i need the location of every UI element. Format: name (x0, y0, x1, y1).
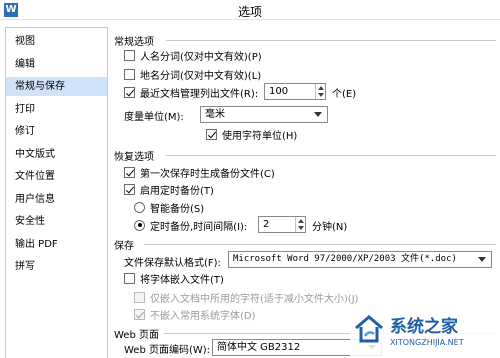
watermark-brand: 系统之家 (390, 317, 458, 337)
place-name-seg-option[interactable]: 地名分词(仅对中文有效)(L) (124, 66, 261, 82)
web-encoding-label: Web 页面编码(W): (124, 344, 211, 356)
recent-docs-unit: 个(E) (332, 88, 357, 100)
char-unit-label: 使用字符单位(H) (222, 130, 298, 142)
section-header-web: Web 页面 (114, 330, 159, 341)
sidebar-item-edit[interactable]: 编辑 (6, 55, 107, 74)
sidebar-item-security[interactable]: 安全性 (6, 212, 107, 231)
web-encoding-value: 简体中文 GB2312 (217, 342, 301, 353)
chevron-down-icon (478, 257, 486, 262)
embed-used-chars-option[interactable]: 仅嵌入文档中所用的字符(适于减小文件大小)(J) (134, 289, 359, 305)
sidebar-item-file-location[interactable]: 文件位置 (6, 167, 107, 186)
backup-interval-input[interactable]: 2 (258, 216, 306, 233)
default-format-select[interactable]: Microsoft Word 97/2000/XP/2003 文件(*.doc) (228, 251, 492, 268)
watermark-url: XITONGZHIJIA.NET (390, 338, 464, 347)
recent-docs-count-spinner[interactable] (315, 84, 325, 99)
chevron-down-icon (314, 112, 322, 117)
embed-fonts-option[interactable]: 将字体嵌入文件(T) (124, 270, 224, 286)
sidebar-item-view[interactable]: 视图 (6, 32, 107, 51)
measure-unit-select[interactable]: 毫米 (200, 106, 328, 123)
dialog-title: 选项 (237, 5, 262, 19)
embed-fonts-label: 将字体嵌入文件(T) (140, 274, 224, 286)
section-header-recovery: 恢复选项 (114, 152, 154, 163)
title-bar: W 选项 (0, 0, 500, 20)
smart-backup-label: 智能备份(S) (150, 203, 205, 215)
measure-unit-value: 毫米 (205, 109, 225, 120)
interval-backup-label: 定时备份,时间间隔(I): (150, 221, 248, 233)
backup-interval-value: 2 (263, 219, 270, 230)
place-name-seg-checkbox[interactable] (124, 68, 135, 80)
section-header-save: 保存 (114, 241, 134, 252)
sidebar-item-chinese-layout[interactable]: 中文版式 (6, 145, 107, 164)
recent-docs-option[interactable]: 最近文档管理列出文件(R): (124, 84, 258, 100)
options-sidebar: 视图 编辑 常规与保存 打印 修订 中文版式 文件位置 用户信息 安全性 输出 … (5, 27, 108, 358)
no-common-fonts-label: 不嵌入常用系统字体(D) (150, 310, 256, 322)
smart-backup-option[interactable]: 智能备份(S) (134, 199, 204, 215)
embed-used-chars-checkbox[interactable] (134, 291, 145, 303)
default-format-value: Microsoft Word 97/2000/XP/2003 文件(*.doc) (233, 254, 457, 264)
char-unit-checkbox[interactable] (206, 128, 217, 140)
person-name-seg-checkbox[interactable] (124, 49, 135, 61)
sidebar-item-general-save[interactable]: 常规与保存 (6, 77, 107, 96)
recent-docs-count-value: 100 (269, 86, 289, 97)
recent-docs-checkbox[interactable] (124, 86, 135, 98)
section-header-general: 常规选项 (114, 37, 154, 48)
sidebar-item-print[interactable]: 打印 (6, 100, 107, 119)
first-backup-option[interactable]: 第一次保存时生成备份文件(C) (124, 164, 275, 180)
section-divider (166, 155, 496, 156)
sidebar-item-revision[interactable]: 修订 (6, 122, 107, 141)
sidebar-item-spelling[interactable]: 拼写 (6, 257, 107, 276)
first-backup-checkbox[interactable] (124, 166, 135, 178)
embed-used-chars-label: 仅嵌入文档中所用的字符(适于减小文件大小)(J) (150, 293, 359, 305)
no-common-fonts-checkbox[interactable] (134, 308, 145, 320)
place-name-seg-label: 地名分词(仅对中文有效)(L) (140, 70, 262, 82)
sidebar-item-user-info[interactable]: 用户信息 (6, 190, 107, 209)
sidebar-item-output-pdf[interactable]: 输出 PDF (6, 235, 107, 254)
first-backup-label: 第一次保存时生成备份文件(C) (140, 168, 275, 180)
house-logo-icon (355, 315, 383, 343)
site-watermark: 系统之家 XITONGZHIJIA.NET (350, 306, 500, 358)
measure-unit-label: 度量单位(M): (124, 111, 184, 123)
recent-docs-label: 最近文档管理列出文件(R): (140, 88, 259, 100)
timed-backup-checkbox[interactable] (124, 183, 135, 195)
embed-fonts-checkbox[interactable] (124, 272, 135, 284)
person-name-seg-label: 人名分词(仅对中文有效)(P) (140, 51, 262, 63)
char-unit-option[interactable]: 使用字符单位(H) (206, 126, 297, 142)
backup-interval-unit: 分钟(N) (312, 221, 348, 233)
person-name-seg-option[interactable]: 人名分词(仅对中文有效)(P) (124, 47, 262, 63)
default-format-label: 文件保存默认格式(F): (124, 257, 221, 269)
interval-backup-option[interactable]: 定时备份,时间间隔(I): (134, 217, 247, 233)
backup-interval-spinner[interactable] (295, 217, 305, 232)
section-divider (144, 244, 496, 245)
recent-docs-count-input[interactable]: 100 (264, 83, 326, 100)
timed-backup-option[interactable]: 启用定时备份(T) (124, 181, 214, 197)
interval-backup-radio[interactable] (134, 219, 145, 231)
timed-backup-label: 启用定时备份(T) (140, 185, 214, 197)
smart-backup-radio[interactable] (134, 201, 145, 213)
section-divider (166, 40, 496, 41)
no-common-fonts-option[interactable]: 不嵌入常用系统字体(D) (134, 306, 256, 322)
